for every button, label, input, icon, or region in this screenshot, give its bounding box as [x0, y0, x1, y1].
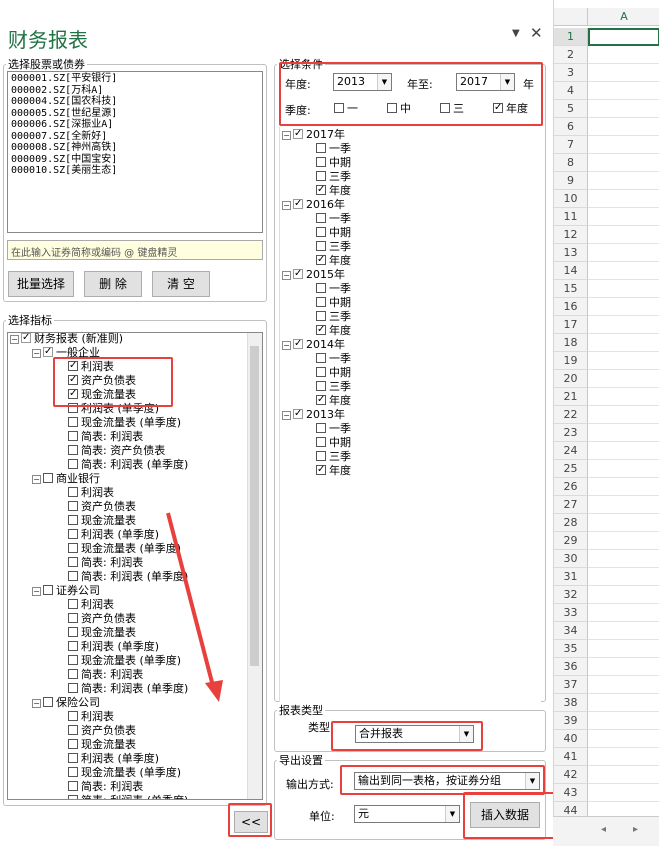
sheet-cell[interactable]	[588, 280, 659, 298]
sheet-cell[interactable]	[588, 172, 659, 190]
row-header[interactable]: 13	[554, 244, 588, 262]
sheet-cell[interactable]	[588, 496, 659, 514]
arrow-head	[205, 680, 223, 702]
sheet-cell[interactable]	[588, 604, 659, 622]
row-header[interactable]: 34	[554, 622, 588, 640]
sheet-cell[interactable]	[588, 532, 659, 550]
sheet-cell[interactable]	[588, 28, 659, 46]
row-header[interactable]: 14	[554, 262, 588, 280]
spreadsheet-grid: A 1 2 3 4 5 6 7 8 9 10 11 12 13 14 15 16 17 18 19 20 21 22 23 2…	[553, 0, 659, 846]
row-header[interactable]: 29	[554, 532, 588, 550]
row-header[interactable]: 9	[554, 172, 588, 190]
sheet-cell[interactable]	[588, 694, 659, 712]
sheet-cell[interactable]	[588, 388, 659, 406]
sheet-cell[interactable]	[588, 100, 659, 118]
row-header[interactable]: 33	[554, 604, 588, 622]
row-header[interactable]: 10	[554, 190, 588, 208]
sheet-cell[interactable]	[588, 136, 659, 154]
sheet-cell[interactable]	[588, 262, 659, 280]
sheet-cell[interactable]	[588, 352, 659, 370]
arrow-down-indicators	[166, 512, 216, 691]
row-header[interactable]: 2	[554, 46, 588, 64]
row-header[interactable]: 20	[554, 370, 588, 388]
sheet-cell[interactable]	[588, 190, 659, 208]
row-header[interactable]: 35	[554, 640, 588, 658]
row-header[interactable]: 42	[554, 766, 588, 784]
sheet-cell[interactable]	[588, 316, 659, 334]
row-header[interactable]: 23	[554, 424, 588, 442]
row-header[interactable]: 40	[554, 730, 588, 748]
sheet-cell[interactable]	[588, 406, 659, 424]
select-all-corner[interactable]	[554, 8, 588, 26]
column-header-a[interactable]: A	[588, 8, 659, 26]
sheet-cell[interactable]	[588, 658, 659, 676]
row-header[interactable]: 43	[554, 784, 588, 802]
sheet-cell[interactable]	[588, 676, 659, 694]
sheet-cell[interactable]	[588, 478, 659, 496]
sheet-cell[interactable]	[588, 154, 659, 172]
scroll-right-icon[interactable]: ▸	[633, 824, 638, 835]
sheet-cell[interactable]	[588, 118, 659, 136]
sheet-cell[interactable]	[588, 586, 659, 604]
row-header[interactable]: 41	[554, 748, 588, 766]
sheet-cell[interactable]	[588, 550, 659, 568]
sheet-cell[interactable]	[588, 46, 659, 64]
row-header[interactable]: 4	[554, 82, 588, 100]
task-pane: 财务报表 ▼ ✕ 选择股票或债券 000001.SZ[平安银行] 000002.S…	[0, 0, 600, 846]
row-header[interactable]: 31	[554, 568, 588, 586]
row-header[interactable]: 18	[554, 334, 588, 352]
row-header[interactable]: 19	[554, 352, 588, 370]
sheet-cell[interactable]	[588, 766, 659, 784]
row-header[interactable]: 38	[554, 694, 588, 712]
sheet-cell[interactable]	[588, 298, 659, 316]
sheet-cell[interactable]	[588, 514, 659, 532]
sheet-cell[interactable]	[588, 568, 659, 586]
sheet-cell[interactable]	[588, 370, 659, 388]
row-header[interactable]: 22	[554, 406, 588, 424]
sheet-cell[interactable]	[588, 712, 659, 730]
row-header[interactable]: 1	[554, 28, 588, 46]
sheet-scrollbar[interactable]: ◂ ▸	[553, 816, 659, 846]
sheet-cell[interactable]	[588, 784, 659, 802]
row-header[interactable]: 6	[554, 118, 588, 136]
row-header[interactable]: 32	[554, 586, 588, 604]
row-header[interactable]: 24	[554, 442, 588, 460]
sheet-cell[interactable]	[588, 64, 659, 82]
row-header[interactable]: 16	[554, 298, 588, 316]
row-header[interactable]: 21	[554, 388, 588, 406]
row-header[interactable]: 39	[554, 712, 588, 730]
sheet-cell[interactable]	[588, 442, 659, 460]
row-header[interactable]: 17	[554, 316, 588, 334]
sheet-cell[interactable]	[588, 244, 659, 262]
sheet-cell[interactable]	[588, 622, 659, 640]
row-header[interactable]: 3	[554, 64, 588, 82]
sheet-cell[interactable]	[588, 226, 659, 244]
row-header[interactable]: 8	[554, 154, 588, 172]
sheet-cell[interactable]	[588, 730, 659, 748]
row-header[interactable]: 7	[554, 136, 588, 154]
row-header[interactable]: 37	[554, 676, 588, 694]
row-header[interactable]: 36	[554, 658, 588, 676]
row-header[interactable]: 11	[554, 208, 588, 226]
sheet-cell[interactable]	[588, 82, 659, 100]
row-header[interactable]: 15	[554, 280, 588, 298]
row-header[interactable]: 27	[554, 496, 588, 514]
row-header[interactable]: 25	[554, 460, 588, 478]
scroll-left-icon[interactable]: ◂	[601, 824, 606, 835]
sheet-cell[interactable]	[588, 334, 659, 352]
sheet-cell[interactable]	[588, 640, 659, 658]
sheet-cell[interactable]	[588, 424, 659, 442]
row-header[interactable]: 30	[554, 550, 588, 568]
sheet-cell[interactable]	[588, 460, 659, 478]
sheet-cell[interactable]	[588, 208, 659, 226]
row-header[interactable]: 28	[554, 514, 588, 532]
sheet-cell[interactable]	[588, 748, 659, 766]
row-header[interactable]: 12	[554, 226, 588, 244]
row-header[interactable]: 5	[554, 100, 588, 118]
row-header[interactable]: 26	[554, 478, 588, 496]
